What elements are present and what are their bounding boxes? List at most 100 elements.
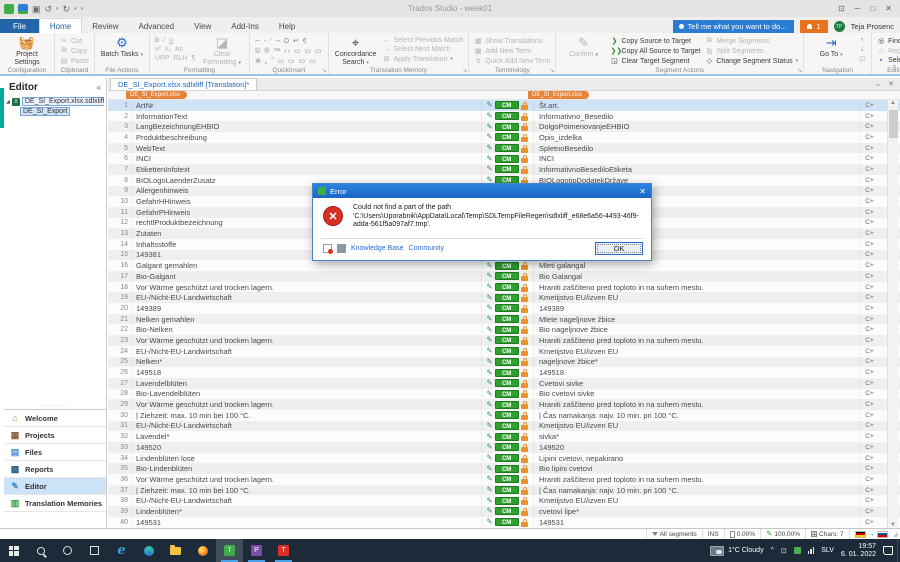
clear-target-segment-button[interactable]: ◲ Clear Target Segment — [610, 57, 700, 66]
segment-source[interactable]: 149518 — [131, 368, 481, 378]
segment-row[interactable]: 24 EU-/Nicht-EU-Landwirtschaft ✎ CM Kmetijst… — [108, 345, 900, 357]
select-previous-match-button[interactable]: ← Select Previous Match — [383, 37, 463, 44]
segment-target[interactable]: Hraniti zaščiteno pred toploto in na suh… — [534, 336, 859, 345]
internet-explorer-button[interactable]: e — [108, 539, 135, 562]
segment-target[interactable]: Hraniti zaščiteno pred toploto in na suh… — [534, 283, 859, 292]
redo-icon[interactable]: ↻ — [63, 4, 71, 14]
insert-mode-indicator[interactable]: INS — [701, 529, 724, 539]
segment-row[interactable]: 29 Vor Wärme geschützt und trocken lagern… — [108, 399, 900, 410]
segment-source[interactable]: Bio-Galgant — [131, 271, 481, 281]
segment-source[interactable]: | Ziehzeit: max. 10 min bei 100 °C. — [131, 410, 481, 420]
scroll-up-icon[interactable]: ▲ — [888, 100, 898, 106]
segment-target[interactable]: Kmetijstvo EU/izven EU — [534, 496, 859, 505]
edge-button[interactable] — [135, 539, 162, 562]
qat-customize-icon[interactable]: ▾ — [81, 6, 84, 12]
segment-target[interactable]: Mleti galangal — [534, 261, 859, 270]
window-menu-icon[interactable]: ⊡ — [838, 4, 845, 13]
dialog-close-icon[interactable]: ✕ — [639, 187, 646, 196]
segment-source[interactable]: Produktbeschreibung — [131, 132, 481, 142]
change-segment-status-button[interactable]: ◇ Change Segment Status ▾ — [705, 57, 799, 66]
tab-file[interactable]: File — [0, 19, 39, 33]
segment-row[interactable]: 34 Lindenblüten lose ✎ CM Lipini cvetovi, ne… — [108, 452, 900, 464]
segment-row[interactable]: 16 Galgant gemahlen ✎ CM Mleti galangal C+ — [108, 260, 900, 271]
segment-row[interactable]: 4 Produktbeschreibung ✎ CM Opis_izdelka C+ — [108, 132, 900, 143]
copy-error-icon[interactable] — [323, 244, 333, 254]
segment-target[interactable]: nageljnove žbice* — [534, 357, 859, 366]
segment-row[interactable]: 38 EU-/Nicht-EU-Landwirtschaft ✎ CM Kmetijst… — [108, 495, 900, 507]
segment-target[interactable]: Hraniti zaščiteno pred toploto in na suh… — [534, 400, 859, 409]
undo-icon[interactable]: ↺ — [45, 4, 53, 14]
copy-source-to-target-button[interactable]: ❯ Copy Source to Target — [610, 37, 700, 46]
segment-source[interactable]: EU-/Nicht-EU-Landwirtschaft — [131, 421, 481, 431]
segment-row[interactable]: 3 LangBezeichnungEHBIO ✎ CM DolgoPoimenovanj… — [108, 121, 900, 133]
segment-target[interactable]: Št.art. — [534, 101, 859, 110]
segment-row[interactable]: 30 | Ziehzeit: max. 10 min bei 100 °C. ✎ CM… — [108, 409, 900, 421]
segment-target[interactable]: 149520 — [534, 443, 859, 452]
smallcaps-button[interactable]: Ac — [175, 46, 183, 53]
segment-target[interactable]: Bio Galangal — [534, 272, 859, 281]
segment-row[interactable]: 5 WebText ✎ CM SpletnoBesedilo C+ — [108, 142, 900, 154]
quickinsert-row-1[interactable]: ─ ‐ ′ ¬ O ↵ € — [255, 37, 323, 45]
segment-source[interactable]: ArtNr — [131, 100, 481, 110]
segment-target[interactable]: | Čas namakanja: najv. 10 min. pri 100 °… — [534, 411, 859, 420]
find-button[interactable]: ◎Find ▾ — [877, 37, 900, 46]
start-button[interactable] — [0, 539, 27, 562]
segment-target[interactable]: Kmetijstvo EU/izven EU — [534, 293, 859, 302]
segment-target[interactable]: DolgoPoimenovanjeEHBIO — [534, 122, 859, 131]
segment-target[interactable]: Hraniti zaščiteno pred toploto in na suh… — [534, 475, 859, 484]
segment-target[interactable]: 149518 — [534, 368, 859, 377]
segment-target[interactable]: Mlete nageljnove žbice — [534, 315, 859, 324]
segment-source[interactable]: Bio-Nelken — [131, 325, 481, 335]
segment-source[interactable]: Bio-Lindenblüten — [131, 464, 481, 474]
language-pair[interactable]: → — [848, 529, 893, 539]
tree-item-sheet[interactable]: DE_SI_Export — [6, 107, 104, 116]
concordance-search-button[interactable]: ⌖ Concordance Search ▾ — [334, 35, 378, 67]
underline-button[interactable]: u — [169, 37, 173, 44]
segment-row[interactable]: 2 InformationText ✎ CM Informativno_Besedilo… — [108, 110, 900, 122]
segment-row[interactable]: 37 | Ziehzeit: max. 10 min bei 100 °C. ✎ CM… — [108, 484, 900, 496]
pane-menu-icon[interactable]: ⌄ — [875, 80, 881, 88]
segment-row[interactable]: 31 EU-/Nicht-EU-Landwirtschaft ✎ CM Kmetijst… — [108, 420, 900, 432]
segment-source[interactable]: Lindenblüten lose — [131, 453, 481, 463]
scrollbar-thumb[interactable] — [889, 110, 898, 138]
segment-row[interactable]: 40 149531 ✎ CM 149531 C+ — [108, 516, 900, 528]
segment-target[interactable]: cvetovi lipe* — [534, 507, 859, 516]
sidebar-item-translation-memories[interactable]: ▥ Translation Memories — [4, 495, 106, 512]
previous-segment-button[interactable]: ↑ — [858, 37, 866, 44]
save-error-icon[interactable] — [337, 244, 346, 253]
segment-source[interactable]: EU-/Nicht-EU-Landwirtschaft — [131, 346, 481, 356]
select-all-button[interactable]: ▪Select All — [877, 57, 900, 64]
quickinsert-launcher-icon[interactable]: ↘ — [322, 67, 327, 74]
notification-badge[interactable]: 1 — [800, 20, 828, 33]
segment-row[interactable]: 25 Nelken* ✎ CM nageljnove žbice* C+ — [108, 356, 900, 368]
segment-source[interactable]: Vor Wärme geschützt und trocken lagern. — [131, 400, 481, 410]
add-new-term-button[interactable]: ▦ Add New Term — [474, 47, 550, 56]
merge-segments-button[interactable]: ⧉ Merge Segments — [705, 37, 798, 45]
tree-expanded-icon[interactable]: ◢ — [6, 99, 10, 105]
action-center-icon[interactable] — [883, 546, 893, 555]
segment-row[interactable]: 27 Lavendelblüten ✎ CM Cvetovi sivke C+ — [108, 377, 900, 389]
apply-translation-button[interactable]: ⊞ Apply Translation ▾ — [383, 55, 464, 64]
segment-source[interactable]: | Ziehzeit: max. 10 min bei 100 °C. — [131, 485, 481, 495]
redo-caret-icon[interactable]: ▾ — [74, 6, 77, 12]
project-settings-button[interactable]: 🧺 Project Settings — [5, 35, 49, 67]
segment-row[interactable]: 32 Lavendel* ✎ CM sivka* C+ — [108, 431, 900, 442]
quick-add-new-term-button[interactable]: ↯ Quick Add New Term — [474, 57, 550, 66]
segment-filter[interactable]: All segments — [645, 529, 702, 539]
navigation-extra-button[interactable]: ⊡ — [858, 55, 866, 63]
segment-source[interactable]: 149531 — [131, 517, 481, 527]
segment-source[interactable]: Vor Wärme geschützt und trocken lagern. — [131, 335, 481, 345]
segment-source[interactable]: 149520 — [131, 442, 481, 452]
segment-source[interactable]: Bio-Lavendelblüten — [131, 389, 481, 399]
segment-target[interactable]: INCI — [534, 154, 859, 163]
segment-target[interactable]: Lipini cvetovi, nepakirano — [534, 454, 859, 463]
segment-source[interactable]: EtikettenInfotext — [131, 164, 481, 174]
task-view-button[interactable] — [81, 539, 108, 562]
bold-button[interactable]: b — [155, 37, 159, 44]
copy-all-source-to-target-button[interactable]: ❯❯ Copy All Source to Target — [610, 47, 700, 56]
segment-source[interactable]: Nelken gemahlen — [131, 314, 481, 324]
segment-row[interactable]: 28 Bio-Lavendelblüten ✎ CM Bio cvetovi sivke… — [108, 388, 900, 400]
segment-target[interactable]: 149531 — [534, 518, 859, 527]
copy-button[interactable]: ⧉ Copy — [60, 47, 89, 55]
segment-row[interactable]: 33 149520 ✎ CM 149520 C+ — [108, 442, 900, 453]
